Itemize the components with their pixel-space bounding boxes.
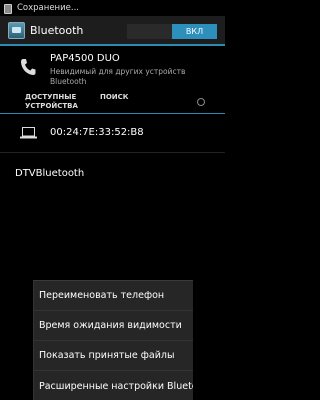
available-device-row[interactable]: DTVBluetooth	[0, 153, 225, 193]
available-device-name: DTVBluetooth	[15, 168, 85, 179]
toggle-on-label: ВКЛ	[172, 24, 217, 39]
menu-item-visibility-timeout[interactable]: Время ожидания видимости	[34, 311, 193, 341]
device-name: PAP4500 DUO	[50, 53, 120, 64]
device-visibility-status: Невидимый для других устройств Bluetooth	[50, 67, 186, 86]
paired-device-address: 00:24:7E:33:52:B8	[50, 127, 144, 138]
status-text: Сохранение...	[17, 3, 79, 13]
bluetooth-settings-icon[interactable]	[8, 21, 25, 39]
spinner-icon	[197, 98, 205, 106]
page-title: Bluetooth	[30, 23, 84, 37]
available-devices-header: ДОСТУПНЫЕ УСТРОЙСТВА ПОИСК	[0, 90, 225, 114]
status-bar: Сохранение...	[0, 0, 225, 16]
save-notification-icon	[3, 3, 12, 14]
bluetooth-toggle[interactable]: ВКЛ	[127, 24, 217, 39]
own-device-row[interactable]: PAP4500 DUO Невидимый для других устройс…	[0, 48, 225, 90]
action-bar: Bluetooth ВКЛ	[0, 16, 225, 46]
phone-icon	[21, 59, 36, 75]
menu-item-show-received-files[interactable]: Показать принятые файлы	[34, 341, 193, 371]
available-devices-title: ДОСТУПНЫЕ УСТРОЙСТВА	[25, 93, 78, 110]
laptop-icon	[20, 127, 37, 139]
menu-item-advanced-settings[interactable]: Расширенные настройки Bluetooth	[34, 371, 193, 400]
paired-device-row[interactable]: 00:24:7E:33:52:B8	[0, 115, 225, 153]
menu-item-rename-phone[interactable]: Переименовать телефон	[34, 281, 193, 311]
options-menu: Переименовать телефон Время ожидания вид…	[33, 280, 193, 400]
search-button[interactable]: ПОИСК	[100, 93, 129, 101]
